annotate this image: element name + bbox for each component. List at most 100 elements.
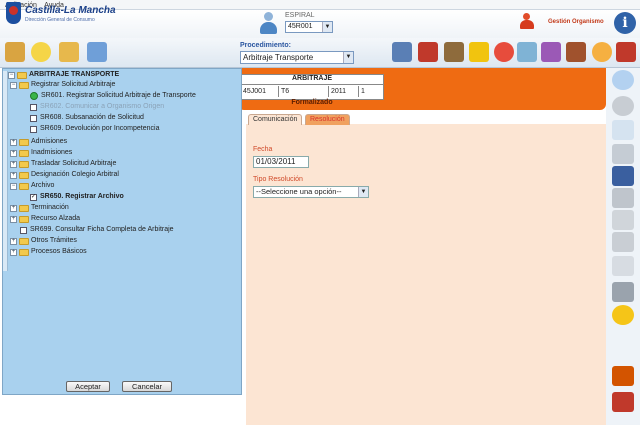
arbitraje-cell: 1 [361,88,365,95]
collapse-icon[interactable]: − [10,182,17,190]
espiral-select[interactable]: 45R001 ▼ [285,21,333,33]
folder-icon[interactable] [59,42,79,62]
abacus-icon[interactable] [566,42,586,62]
tools-icon[interactable] [612,366,634,386]
fecha-label: Fecha [253,146,273,153]
collapse-icon[interactable]: − [8,71,15,79]
globe-icon[interactable] [494,42,514,62]
documents-icon[interactable] [87,42,107,62]
back-icon[interactable] [612,96,634,116]
clip-icon[interactable] [612,232,634,252]
expand-icon[interactable]: + [10,248,17,256]
procedimiento-value: Arbitraje Transporte [243,53,314,62]
checkbox[interactable] [20,226,27,234]
tree-node[interactable]: + Admisiones [10,137,67,147]
lightbulb-icon[interactable] [31,42,51,62]
folder-icon [17,71,27,79]
checkbox[interactable] [30,114,37,122]
tab-comunicacion[interactable]: Comunicación [248,114,303,125]
cancel-button[interactable]: Cancelar [122,381,172,392]
gestion-organismo-link[interactable]: Gestión Organismo [548,19,604,25]
procedimiento-select[interactable]: Arbitraje Transporte ▼ [240,51,354,64]
status-label: Formalizado [291,99,333,106]
checkbox[interactable] [30,125,37,133]
tree-leaf[interactable]: SR699. Consultar Ficha Completa de Arbit… [20,225,174,235]
expand-icon[interactable]: + [10,171,17,179]
stack-icon[interactable] [612,144,634,164]
tree-leaf[interactable]: SR608. Subsanación de Solicitud [30,113,144,123]
search-icon[interactable] [517,42,537,62]
fecha-input[interactable]: 01/03/2011 [253,156,309,168]
checkbox-checked[interactable]: ✓ [30,193,37,201]
checkbox [30,103,37,111]
espiral-label: ESPIRAL [285,12,315,19]
save-icon[interactable] [612,166,634,186]
expand-icon[interactable]: + [10,237,17,245]
expand-icon[interactable]: + [10,204,17,212]
tree-node[interactable]: + Trasladar Solicitud Arbitraje [10,159,116,169]
help-icon[interactable] [612,120,634,140]
tree-scrollbar[interactable] [3,71,8,271]
computer-icon[interactable] [392,42,412,62]
organismo-user-icon[interactable] [520,13,534,29]
archive-icon[interactable] [444,42,464,62]
folder-icon [19,237,29,245]
tree-root[interactable]: − ARBITRAJE TRANSPORTE [8,70,119,80]
tool-icon[interactable] [5,42,25,62]
arbitraje-cell: T6 [279,86,329,97]
mail-icon[interactable] [469,42,489,62]
logo-subtitle: Dirección General de Consumo [25,17,95,23]
expand-icon[interactable]: + [10,138,17,146]
arbitraje-box: ARBITRAJE 45J001 T6 2011 1 [240,74,384,100]
tipo-resolucion-value: --Seleccione una opción-- [256,187,342,196]
delete-icon[interactable] [612,188,634,208]
accept-button[interactable]: Aceptar [66,381,110,392]
folder-icon [19,204,29,212]
tree-node[interactable]: − Archivo [10,181,54,191]
chevron-down-icon: ▼ [322,22,332,32]
tree-node[interactable]: − Registrar Solicitud Arbitraje [10,80,115,90]
tipo-resolucion-label: Tipo Resolución [253,176,303,183]
car-icon[interactable] [612,392,634,412]
folder-icon [19,81,29,89]
tree-node[interactable]: + Procesos Básicos [10,247,87,257]
settings-icon[interactable] [612,305,634,325]
info-icon[interactable]: i [614,12,636,34]
tree-leaf[interactable]: ✓ SR650. Registrar Archivo [30,192,124,202]
folder-icon [19,149,29,157]
expand-icon[interactable]: + [10,215,17,223]
tree-node[interactable]: + Otros Trámites [10,236,77,246]
tree-leaf[interactable]: SR609. Devolución por Incompetencia [30,124,159,134]
logo-title: Castilla-La Mancha [25,5,116,16]
collapse-icon[interactable]: − [10,81,17,89]
list-icon[interactable] [612,256,634,276]
expand-icon[interactable]: + [10,149,17,157]
arbitraje-cell: 45J001 [241,86,279,97]
chevron-down-icon: ▼ [358,187,368,197]
gears-icon[interactable] [592,42,612,62]
tipo-resolucion-select[interactable]: --Seleccione una opción-- ▼ [253,186,369,198]
tree-node[interactable]: + Designación Colegio Arbitral [10,170,119,180]
content-panel [246,124,606,425]
tab-resolucion[interactable]: Resolución [305,114,350,125]
tree-leaf: SR602. Comunicar a Organismo Origen [30,102,164,112]
attach-icon[interactable] [612,210,634,230]
tree-leaf[interactable]: SR601. Registrar Solicitud Arbitraje de … [30,91,196,101]
expand-icon[interactable]: + [10,160,17,168]
procedimiento-label: Procedimiento: [240,42,291,49]
zoom-icon[interactable] [612,70,634,90]
edit-icon[interactable] [541,42,561,62]
folder-icon [19,160,29,168]
printer-icon[interactable] [612,282,634,302]
tree-node[interactable]: + Inadmisiones [10,148,72,158]
arbitraje-title: ARBITRAJE [241,75,383,85]
espiral-value: 45R001 [288,23,313,30]
crest-logo-icon [6,2,21,24]
tree-node[interactable]: + Recurso Alzada [10,214,80,224]
exit-icon[interactable] [616,42,636,62]
folder-icon [19,248,29,256]
books-icon[interactable] [418,42,438,62]
arbitraje-cell: 2011 [329,86,359,97]
chevron-down-icon: ▼ [343,52,353,63]
tree-node[interactable]: + Terminación [10,203,69,213]
